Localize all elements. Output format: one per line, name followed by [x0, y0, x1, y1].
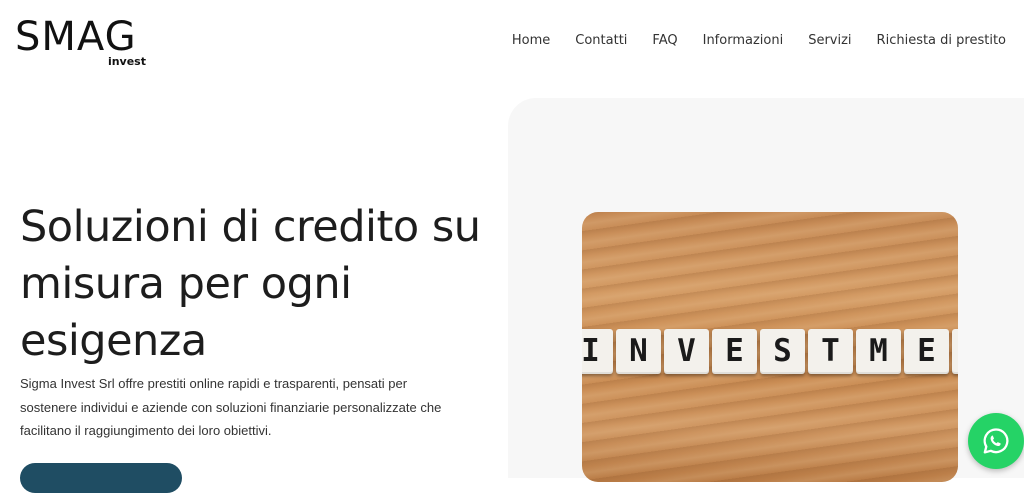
nav-contatti[interactable]: Contatti: [575, 33, 627, 48]
letter-tile: M: [856, 329, 901, 374]
nav-servizi[interactable]: Servizi: [808, 33, 851, 48]
letter-tile: E: [904, 329, 949, 374]
main-nav: Home Contatti FAQ Informazioni Servizi R…: [487, 33, 1006, 48]
letter-tile: E: [712, 329, 757, 374]
letter-tile: N: [616, 329, 661, 374]
letter-tiles: I N V E S T M E N T: [582, 329, 958, 374]
hero-title: Soluzioni di credito su misura per ogni …: [20, 202, 481, 366]
letter-tile: T: [808, 329, 853, 374]
whatsapp-chat-button[interactable]: [968, 413, 1024, 469]
brand-logo[interactable]: SMAG invest: [15, 14, 150, 72]
cta-button[interactable]: [20, 463, 182, 493]
brand-tagline: invest: [107, 55, 146, 68]
letter-tile: S: [760, 329, 805, 374]
letter-tile: N: [952, 329, 958, 374]
nav-informazioni[interactable]: Informazioni: [703, 33, 784, 48]
hero-description: Sigma Invest Srl offre prestiti online r…: [20, 376, 442, 438]
nav-faq[interactable]: FAQ: [652, 33, 677, 48]
nav-home[interactable]: Home: [512, 33, 550, 48]
letter-tile: V: [664, 329, 709, 374]
letter-tile: I: [582, 329, 613, 374]
nav-richiesta-prestito[interactable]: Richiesta di prestito: [877, 33, 1006, 48]
whatsapp-icon: [983, 428, 1009, 454]
hero-image: I N V E S T M E N T: [582, 212, 958, 482]
brand-name: SMAG: [15, 14, 137, 60]
